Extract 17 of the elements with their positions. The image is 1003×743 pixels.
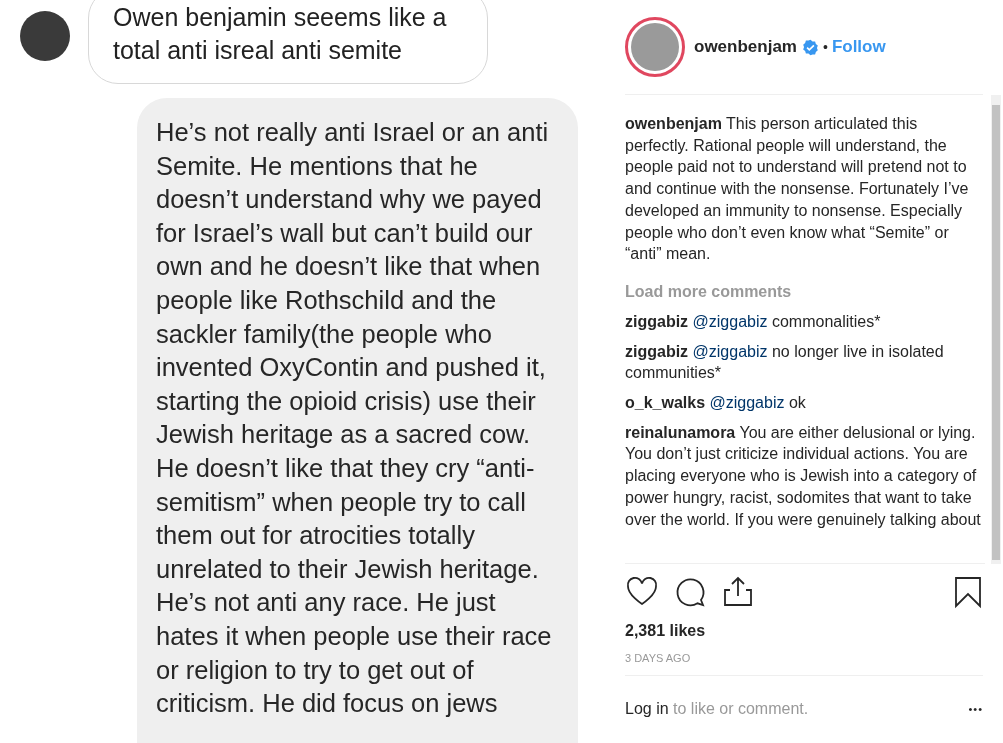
separator-dot: • [822,39,828,55]
message-bubble: He’s not really anti Israel or an anti Semite. He mentions that he doesn’t understand why we payed for Israel’s wall but can’t build our own and he doesn’t like that when people like Rothschild and the sackler family(the people who invented OxyContin and pushed it, starting the opioid crisis) use their Jewish heritage as a sacred cow. He doesn’t like that they cry “anti-semitism” when people try to call them out for atrocities totally unrelated to their Jewish heritage. He’s not anti any race. He just hates it when people use their race or religion to try to get out of criticism. He did focus on jews [137,98,578,743]
login-link[interactable]: Log in [625,700,669,718]
caption-text: owenbenjam This person articulated this perfectly. Rational people will understand, the people paid not to understand will pretend not to and continue with the nonsense. Fortunately I’ve developed an immunity to nonsense. Especially people who don’t even know what “Semite” or “anti” mean. [625,114,970,265]
username[interactable]: owenbenjam [694,37,797,57]
comment-text: ziggabiz @ziggabiz commonalities* [625,311,882,332]
login-prompt: Log in to like or comment. [625,700,809,719]
profile-avatar[interactable] [625,17,685,77]
avatar [20,11,70,61]
comment-text: o_k_walks @ziggabiz ok [625,393,807,414]
scrollbar[interactable] [991,95,1001,565]
comment-text: reinalunamora You are either delusional or lying. You don’t just criticize individual actions. You are placing everyone who is Jewish into a category of power hungry, racist, sodomites that want to take over the world. If you were genuinely talking about [625,422,982,530]
more-options-button[interactable]: ••• [968,703,983,716]
comment-text: ziggabiz @ziggabiz no longer live in isolated communities* [625,341,945,384]
share-icon[interactable] [721,575,755,609]
post-date: 3 DAYS AGO [625,651,983,676]
likes-count: 2,381 likes [625,621,707,640]
